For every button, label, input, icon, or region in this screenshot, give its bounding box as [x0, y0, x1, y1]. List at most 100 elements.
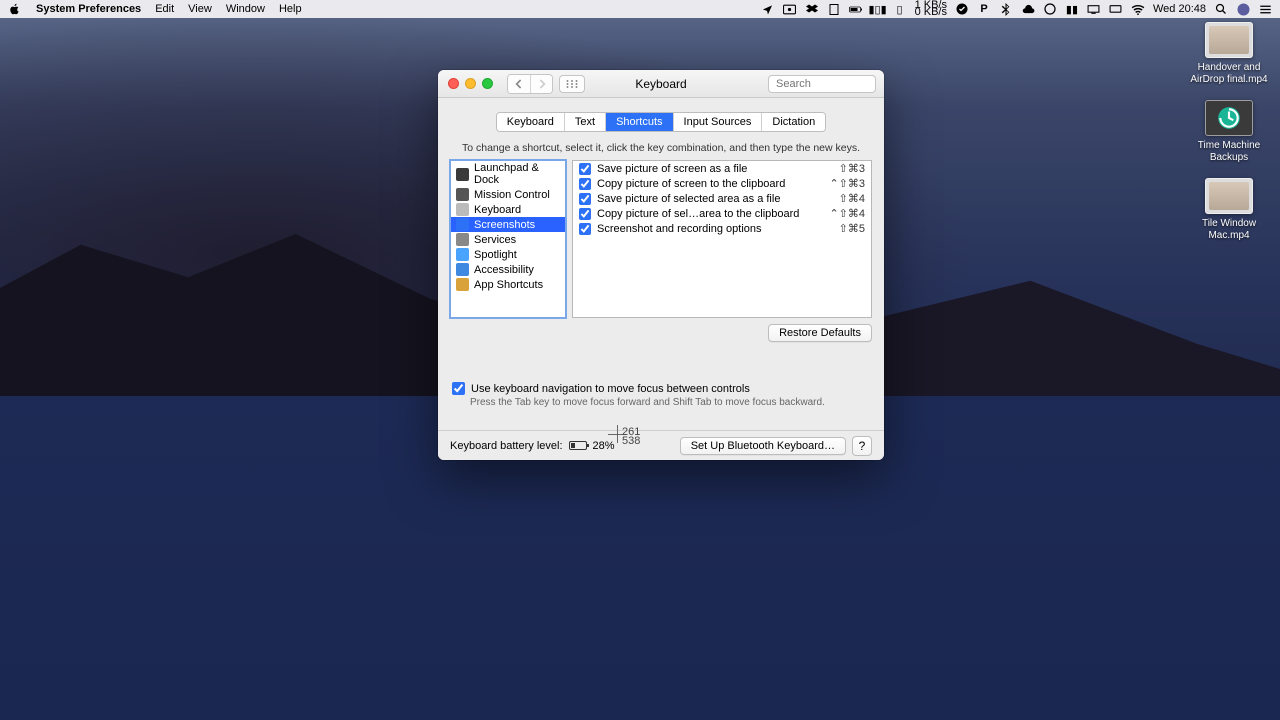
battery-meter-icon — [569, 441, 587, 450]
category-app-shortcuts[interactable]: App Shortcuts — [451, 277, 565, 292]
shortcut-checkbox[interactable] — [579, 163, 591, 175]
tab-input-sources[interactable]: Input Sources — [674, 113, 763, 131]
display-icon[interactable] — [1109, 2, 1123, 16]
desktop-icons: Handover and AirDrop final.mp4 Time Machi… — [1188, 22, 1270, 256]
grid-icon[interactable]: ▮▮ — [1065, 2, 1079, 16]
tab-text[interactable]: Text — [565, 113, 606, 131]
shortcut-checkbox[interactable] — [579, 208, 591, 220]
desktop-file[interactable]: Tile Window Mac.mp4 — [1188, 178, 1270, 242]
shortcut-keys: ⇧⌘3 — [839, 162, 865, 175]
shortcut-list[interactable]: Save picture of screen as a file⇧⌘3Copy … — [572, 160, 872, 318]
shortcut-row[interactable]: Screenshot and recording options⇧⌘5 — [573, 221, 871, 236]
back-button[interactable] — [508, 75, 530, 93]
screenrec-icon[interactable] — [783, 2, 797, 16]
parking-icon[interactable]: P — [977, 2, 991, 16]
menubar-menu-view[interactable]: View — [188, 3, 212, 15]
help-button[interactable]: ? — [852, 436, 872, 456]
category-launchpad-dock[interactable]: Launchpad & Dock — [451, 161, 565, 187]
menubar-clock[interactable]: Wed 20:48 — [1153, 3, 1206, 15]
category-screenshots[interactable]: Screenshots — [451, 217, 565, 232]
show-all-button[interactable] — [559, 75, 585, 93]
file-label: Handover and AirDrop final.mp4 — [1188, 62, 1270, 86]
menubar-app-name[interactable]: System Preferences — [36, 3, 141, 15]
category-icon — [456, 168, 469, 181]
file-label: Tile Window Mac.mp4 — [1188, 218, 1270, 242]
tab-dictation[interactable]: Dictation — [762, 113, 825, 131]
shortcut-row[interactable]: Save picture of selected area as a file ⇧… — [573, 191, 871, 206]
file-thumb — [1205, 178, 1253, 214]
battery-label: Keyboard battery level: — [450, 440, 563, 452]
file-thumb — [1205, 100, 1253, 136]
search-input[interactable] — [776, 78, 884, 90]
bluetooth-keyboard-button[interactable]: Set Up Bluetooth Keyboard… — [680, 437, 846, 455]
category-mission-control[interactable]: Mission Control — [451, 187, 565, 202]
check-icon[interactable] — [955, 2, 969, 16]
shortcut-label: Copy picture of screen to the clipboard — [597, 178, 823, 190]
tab-shortcuts[interactable]: Shortcuts — [606, 113, 673, 131]
menubar-menu-help[interactable]: Help — [279, 3, 302, 15]
category-list[interactable]: Launchpad & Dock Mission Control Keyboard S… — [450, 160, 566, 318]
category-spotlight[interactable]: Spotlight — [451, 247, 565, 262]
shortcut-keys: ⇧⌘4 — [839, 192, 865, 205]
cloud-icon[interactable] — [1021, 2, 1035, 16]
shortcut-keys: ⌃⇧⌘3 — [829, 177, 865, 190]
search-field[interactable] — [768, 75, 876, 93]
menubar-menu-window[interactable]: Window — [226, 3, 265, 15]
shortcut-label: Screenshot and recording options — [597, 223, 833, 235]
battery-icon[interactable] — [849, 2, 863, 16]
shortcut-label: Save picture of selected area as a file — [597, 193, 833, 205]
category-label: Screenshots — [474, 219, 535, 231]
tv-icon[interactable] — [1087, 2, 1101, 16]
dropbox-icon[interactable] — [805, 2, 819, 16]
zoom-button[interactable] — [482, 78, 493, 89]
shortcut-row[interactable]: Copy picture of sel…area to the clipboar… — [573, 206, 871, 221]
category-icon — [456, 188, 469, 201]
spotlight-icon[interactable] — [1214, 2, 1228, 16]
menu-extra-icon[interactable] — [827, 2, 841, 16]
menubar-menu-edit[interactable]: Edit — [155, 3, 174, 15]
circle-icon[interactable] — [1043, 2, 1057, 16]
apple-menu-icon[interactable] — [8, 2, 22, 16]
shortcut-checkbox[interactable] — [579, 193, 591, 205]
category-label: Launchpad & Dock — [474, 162, 560, 186]
category-icon — [456, 233, 469, 246]
window-titlebar[interactable]: Keyboard — [438, 70, 884, 98]
shortcut-row[interactable]: Save picture of screen as a file ⇧⌘3 — [573, 161, 871, 176]
file-label: Time Machine Backups — [1188, 140, 1270, 164]
shortcut-label: Copy picture of sel…area to the clipboar… — [597, 208, 823, 220]
network-stats[interactable]: 1 KB/s0 KB/s — [915, 2, 947, 16]
siri-icon[interactable] — [1236, 2, 1250, 16]
category-accessibility[interactable]: Accessibility — [451, 262, 565, 277]
shortcut-checkbox[interactable] — [579, 178, 591, 190]
battery-percent: 28% — [593, 440, 615, 452]
minimize-button[interactable] — [465, 78, 476, 89]
notification-center-icon[interactable] — [1258, 2, 1272, 16]
close-button[interactable] — [448, 78, 459, 89]
shortcut-label: Save picture of screen as a file — [597, 163, 833, 175]
desktop-file[interactable]: Time Machine Backups — [1188, 100, 1270, 164]
wifi-icon[interactable] — [1131, 2, 1145, 16]
shortcut-checkbox[interactable] — [579, 223, 591, 235]
bluetooth-icon[interactable] — [999, 2, 1013, 16]
kbnav-label: Use keyboard navigation to move focus be… — [471, 383, 750, 395]
category-icon — [456, 203, 469, 216]
forward-button[interactable] — [530, 75, 552, 93]
instruction-text: To change a shortcut, select it, click t… — [438, 140, 884, 160]
category-label: Keyboard — [474, 204, 521, 216]
nav-buttons — [507, 74, 553, 94]
category-icon — [456, 263, 469, 276]
restore-defaults-button[interactable]: Restore Defaults — [768, 324, 872, 342]
menu-extra-3-icon[interactable]: ▯ — [893, 2, 907, 16]
location-icon[interactable] — [761, 2, 775, 16]
category-icon — [456, 218, 469, 231]
category-label: Mission Control — [474, 189, 550, 201]
menu-extra-2-icon[interactable]: ▮▯▮ — [871, 2, 885, 16]
shortcut-row[interactable]: Copy picture of screen to the clipboard ⌃… — [573, 176, 871, 191]
category-services[interactable]: Services — [451, 232, 565, 247]
category-keyboard[interactable]: Keyboard — [451, 202, 565, 217]
desktop-file[interactable]: Handover and AirDrop final.mp4 — [1188, 22, 1270, 86]
kbnav-checkbox[interactable] — [452, 382, 465, 395]
category-icon — [456, 248, 469, 261]
tab-keyboard[interactable]: Keyboard — [497, 113, 565, 131]
category-label: App Shortcuts — [474, 279, 543, 291]
